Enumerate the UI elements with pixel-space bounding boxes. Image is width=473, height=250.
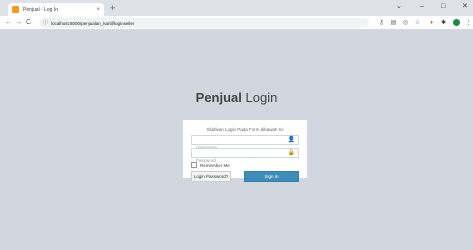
profile-avatar-icon[interactable] [453,19,460,26]
sign-in-button[interactable]: Sign In [244,171,299,182]
login-message: Silahkan Login Pada Form dibawah Ini [206,127,284,132]
key-icon[interactable]: ⚷ [378,19,385,26]
browser-tab-bar: Penjual - Log In × + ⌄ – □ ✕ [0,0,473,16]
new-tab-button[interactable]: + [110,3,115,13]
tab-search-icon[interactable]: ⌄ [396,2,402,12]
close-window-icon[interactable]: ✕ [462,2,468,12]
username-field: 👤 [191,135,299,152]
browser-toolbar: ← → C ⓘ localhost:8000/penjualan_kartil/… [0,16,473,30]
password-field: 🔒 [191,148,299,165]
translate-icon[interactable]: ▤ [390,19,397,26]
info-icon[interactable]: ⓘ [43,20,48,26]
password-input[interactable] [192,156,298,165]
logo-bold-text: Penjual [195,90,242,105]
logo-light-text: Login [245,90,278,105]
minimize-icon[interactable]: – [420,2,424,12]
login-logo: Penjual Login [0,90,473,106]
puzzle-icon[interactable]: ✱ [440,19,447,26]
forgot-password-button[interactable]: Login Password? [191,171,231,182]
lock-icon: 🔒 [287,150,295,156]
metamask-icon[interactable]: ♦ [428,19,435,26]
button-row: Login Password? Sign In [191,171,299,182]
tab-title: Penjual - Log In [23,6,59,13]
maximize-icon[interactable]: □ [441,2,445,12]
bookmark-star-icon[interactable]: ☆ [414,19,421,26]
reload-icon[interactable]: C [26,18,31,28]
tab-close-icon[interactable]: × [96,7,100,13]
back-icon[interactable]: ← [5,18,12,28]
url-text: localhost:8000/penjualan_kartil/loginsel… [51,20,135,26]
extension-icon[interactable]: ◎ [402,19,409,26]
address-bar[interactable]: ⓘ localhost:8000/penjualan_kartil/logins… [39,18,369,28]
user-icon: 👤 [287,137,295,143]
favicon-icon [12,6,19,13]
login-box: Silahkan Login Pada Form dibawah Ini 👤 🔒… [183,120,307,182]
forward-icon[interactable]: → [15,18,22,28]
menu-icon[interactable]: ⋮ [465,19,472,26]
browser-tab[interactable]: Penjual - Log In × [8,3,104,16]
